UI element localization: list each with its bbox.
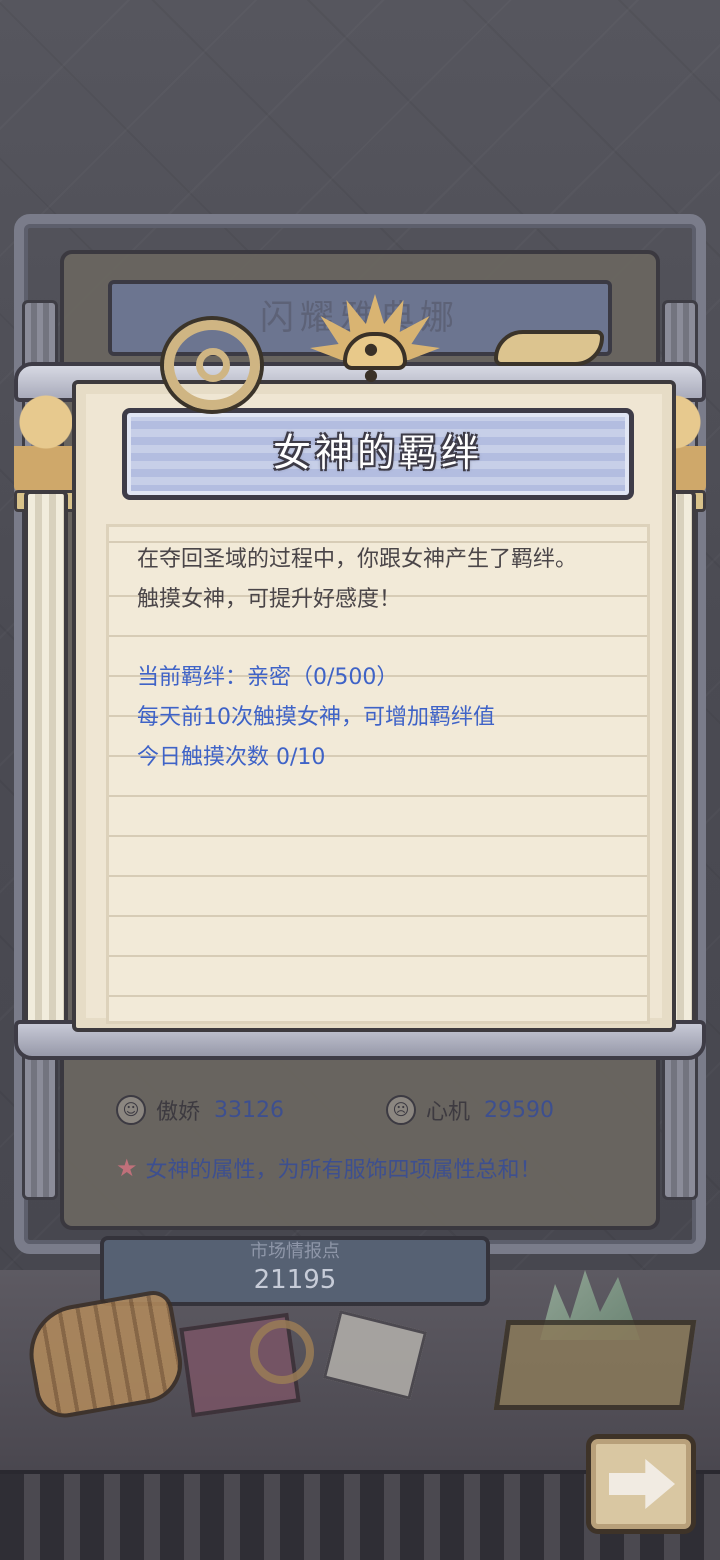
- knot-ornament-icon: [164, 320, 260, 410]
- next-arrow-button[interactable]: [586, 1434, 696, 1534]
- lined-notepad: 在夺回圣域的过程中，你跟女神产生了羁绊。 触摸女神，可提升好感度！ 当前羁绊：亲…: [106, 524, 650, 1024]
- star-icon: ★: [116, 1154, 138, 1182]
- title-banner: 女神的羁绊: [122, 408, 634, 500]
- stat-label: 傲娇: [156, 1100, 201, 1125]
- magnifier-icon: [250, 1320, 314, 1384]
- bond-status: 当前羁绊：亲密（0/500）: [137, 665, 399, 690]
- halo-face-icon: ☺: [116, 1095, 146, 1125]
- attribute-note: ★ 女神的属性，为所有服饰四项属性总和！: [116, 1152, 542, 1184]
- arrow-right-icon: [609, 1459, 675, 1509]
- knot-inner-ring: [196, 348, 230, 382]
- today-touches: 今日触摸次数 0/10: [137, 745, 326, 770]
- sun-emblem-icon: ● ●: [310, 294, 440, 394]
- modal-title: 女神的羁绊: [272, 431, 483, 475]
- stat-value: 29590: [484, 1097, 555, 1123]
- score-caption: 市场情报点: [250, 1241, 340, 1260]
- stat-label: 心机: [426, 1100, 471, 1125]
- stat-scheming: ☹ 心机 29590: [386, 1094, 554, 1126]
- devil-face-icon: ☹: [386, 1095, 416, 1125]
- stats-panel: ☺ 傲娇 33126 ☹ 心机 29590 ★ 女神的属性，为所有服饰四项属性总…: [90, 1080, 630, 1210]
- bust-statue-left: [14, 392, 78, 492]
- attribute-note-text: 女神的属性，为所有服饰四项属性总和！: [145, 1158, 542, 1183]
- modal-paper: 女神的羁绊 在夺回圣域的过程中，你跟女神产生了羁绊。 触摸女神，可提升好感度！ …: [72, 380, 676, 1032]
- daily-rule: 每天前10次触摸女神，可增加羁绊值: [137, 705, 495, 730]
- column-left: [24, 490, 68, 1030]
- bond-modal: 女神的羁绊 在夺回圣域的过程中，你跟女神产生了羁绊。 触摸女神，可提升好感度！ …: [14, 294, 706, 1070]
- description-line-2: 触摸女神，可提升好感度！: [137, 587, 402, 612]
- description-line-1: 在夺回圣域的过程中，你跟女神产生了羁绊。: [137, 547, 578, 572]
- leaf-ornament-icon: [494, 330, 604, 366]
- chest-decoration: [493, 1320, 697, 1410]
- stat-aloof: ☺ 傲娇 33126: [116, 1094, 284, 1126]
- stat-value: 33126: [214, 1097, 285, 1123]
